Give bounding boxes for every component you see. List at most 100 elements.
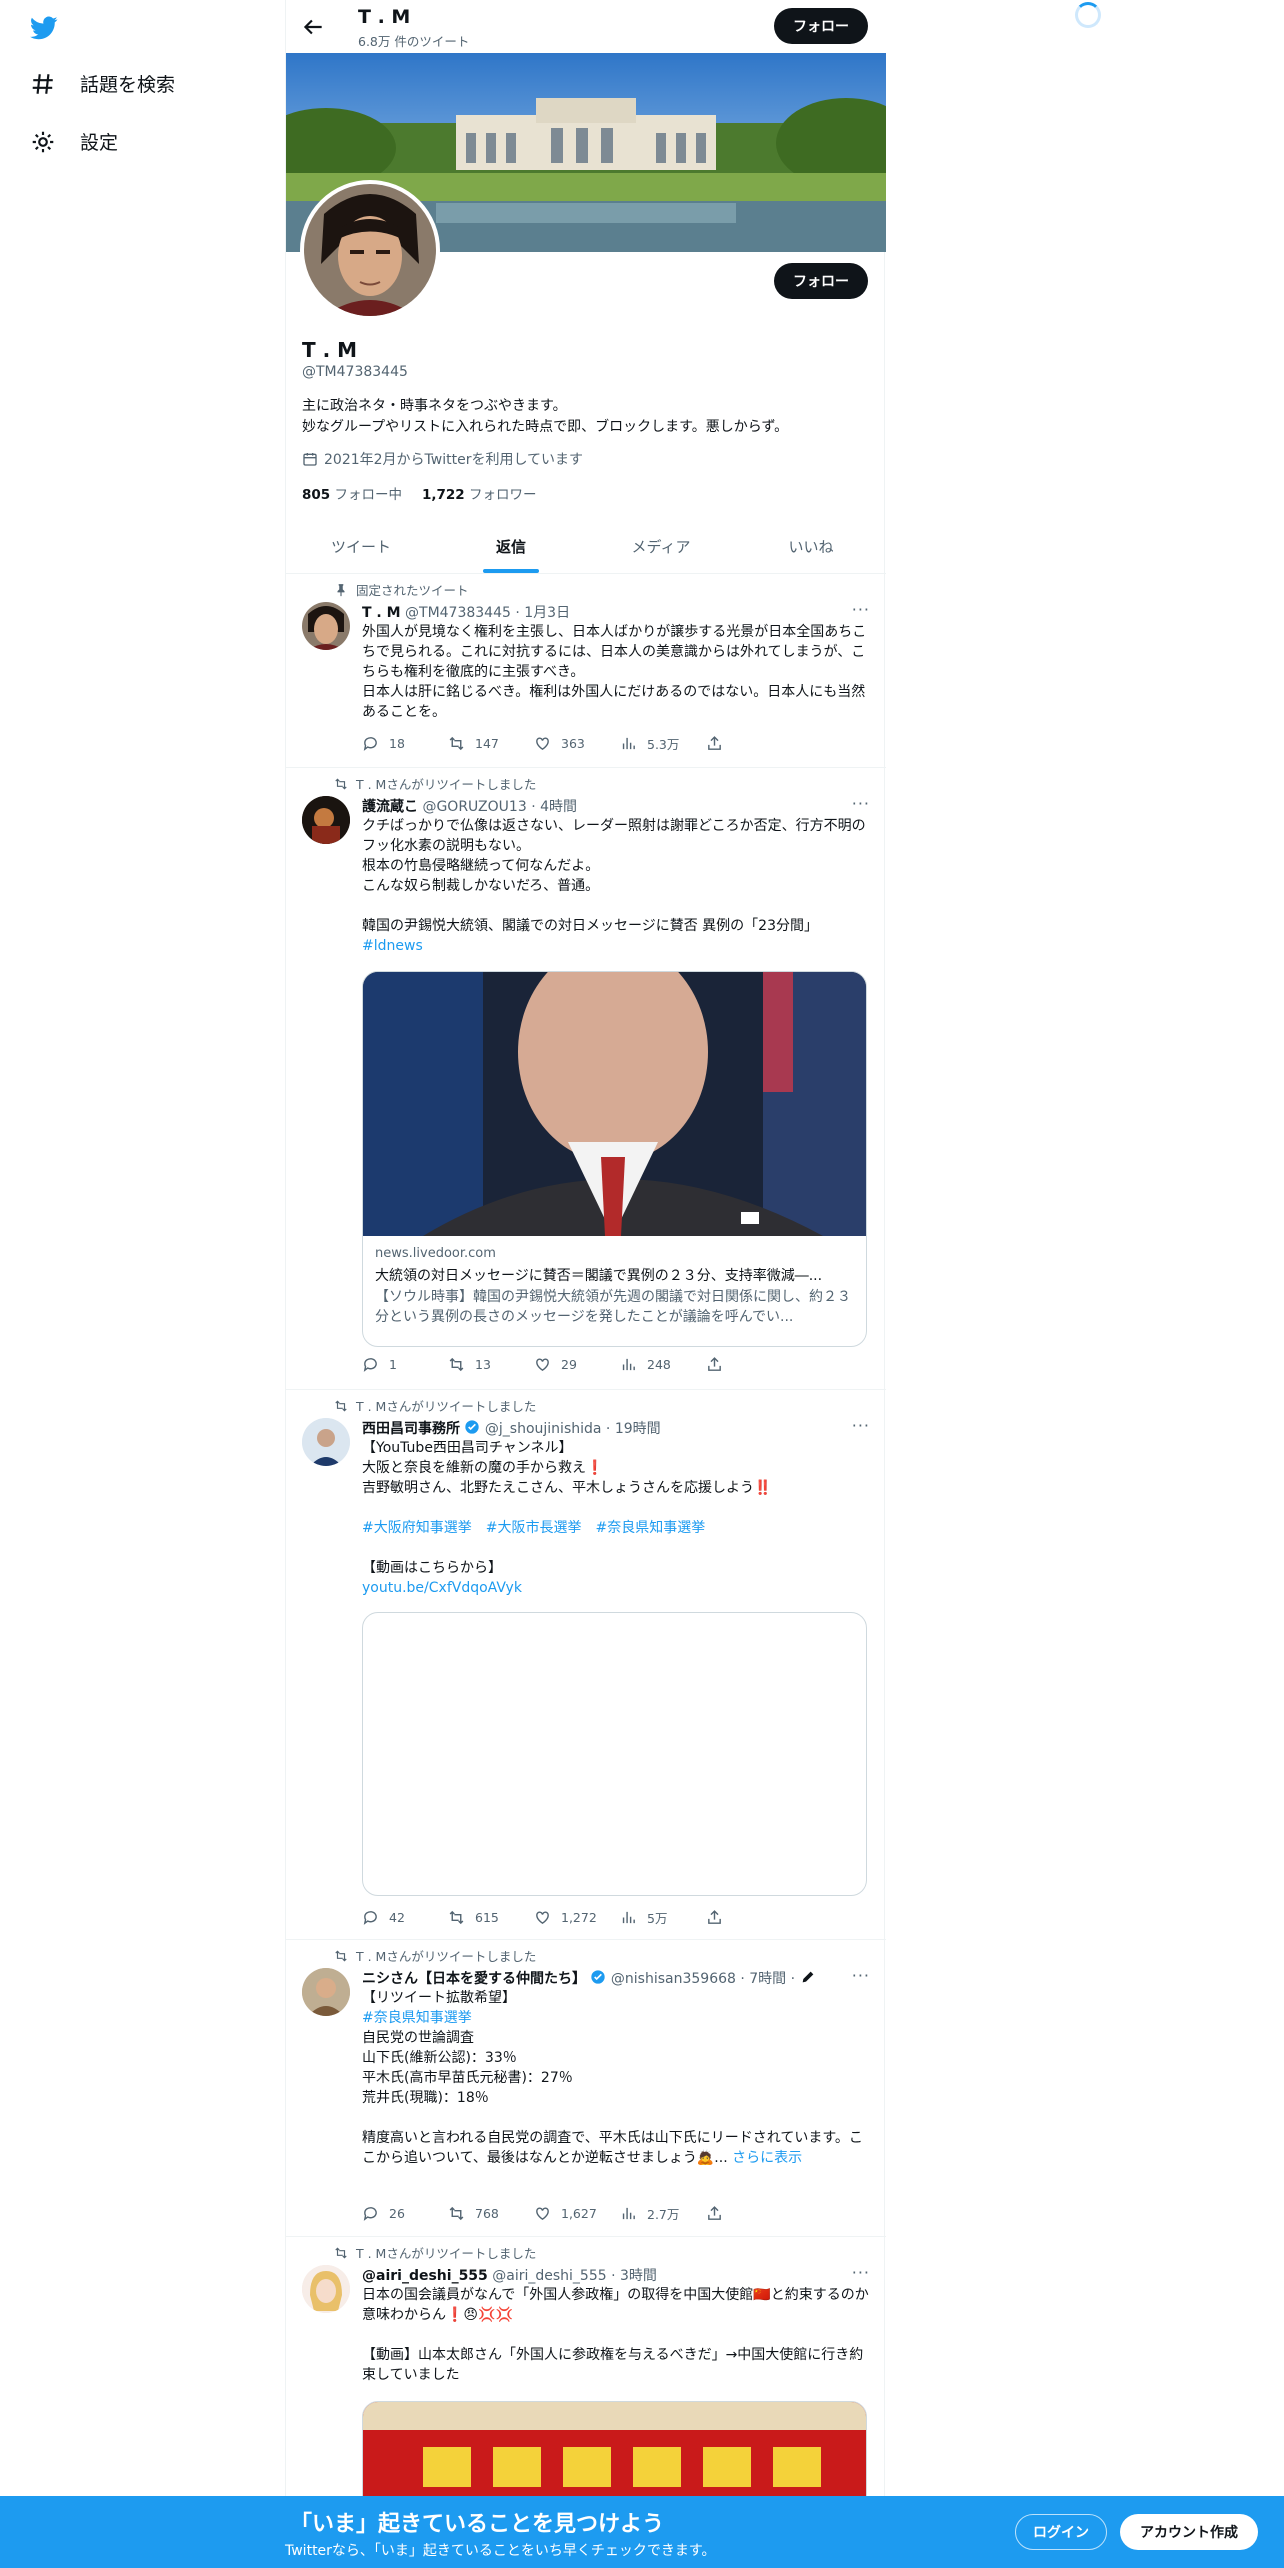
login-button[interactable]: ログイン xyxy=(1015,2514,1107,2550)
tweet[interactable]: T . Mさんがリツイートしました ニシさん【日本を愛する仲間たち】 @nish… xyxy=(286,1940,886,2237)
author-handle[interactable]: @j_shoujinishida xyxy=(485,1421,602,1437)
author-handle[interactable]: @TM47383445 xyxy=(405,605,511,621)
tweet-time[interactable]: · 4時間 xyxy=(531,799,577,815)
hashtag-link[interactable]: #大阪府知事選挙 xyxy=(362,1518,472,1538)
hashtag-link[interactable]: #ldnews xyxy=(362,936,872,956)
header-follow-button[interactable]: フォロー xyxy=(774,8,868,44)
profile-follow-button[interactable]: フォロー xyxy=(774,263,868,299)
view-count: 5.3万 xyxy=(647,737,680,752)
more-options-icon[interactable]: ··· xyxy=(852,2263,870,2282)
share-button[interactable] xyxy=(706,2204,792,2223)
view-count: 2.7万 xyxy=(647,2207,680,2222)
like-button[interactable]: 1,627 xyxy=(534,2204,620,2223)
tweet-avatar[interactable] xyxy=(302,2265,350,2313)
hashtag-link[interactable]: #奈良県知事選挙 xyxy=(595,1518,705,1538)
edited-pencil-icon[interactable] xyxy=(800,1969,816,1985)
share-button[interactable] xyxy=(706,1356,792,1373)
views-chart-icon xyxy=(622,737,635,750)
nav-settings[interactable]: 設定 xyxy=(30,128,118,155)
share-icon xyxy=(708,1910,721,1924)
tweet-time[interactable]: · 1月3日 xyxy=(515,605,570,621)
profile-avatar[interactable] xyxy=(300,180,440,320)
author-handle[interactable]: @GORUZOU13 xyxy=(422,799,526,815)
link-card[interactable]: news.livedoor.com 大統領の対日メッセージに賛否＝閣議で異例の２… xyxy=(362,971,867,1347)
author-name[interactable]: 護流蔵こ xyxy=(362,799,418,815)
reply-button[interactable]: 18 xyxy=(362,734,448,753)
tab-media[interactable]: メディア xyxy=(586,520,736,573)
like-button[interactable]: 363 xyxy=(534,734,620,753)
reply-count: 1 xyxy=(389,1357,397,1372)
more-options-icon[interactable]: ··· xyxy=(852,600,870,619)
tweet[interactable]: 固定されたツイート T . M @TM47383445 · 1月3日 ··· 外… xyxy=(286,574,886,768)
views-button[interactable]: 5万 xyxy=(620,1908,706,1927)
video-embed-placeholder[interactable] xyxy=(362,1612,867,1896)
share-button[interactable] xyxy=(706,1908,792,1927)
following-link[interactable]: 805 フォロー中 xyxy=(302,483,402,503)
reply-button[interactable]: 1 xyxy=(362,1356,448,1373)
heart-icon xyxy=(536,1911,549,1925)
like-button[interactable]: 1,272 xyxy=(534,1908,620,1927)
followers-link[interactable]: 1,722 フォロワー xyxy=(422,483,537,503)
retweet-button[interactable]: 147 xyxy=(448,734,534,753)
views-button[interactable]: 2.7万 xyxy=(620,2204,706,2223)
more-options-icon[interactable]: ··· xyxy=(852,794,870,813)
tab-tweets[interactable]: ツイート xyxy=(286,520,436,573)
follow-stats: 805 フォロー中 1,722 フォロワー xyxy=(302,483,536,503)
more-options-icon[interactable]: ··· xyxy=(852,1966,870,1985)
pinned-label: 固定されたツイート xyxy=(334,580,469,599)
tweet-avatar[interactable] xyxy=(302,1418,350,1466)
join-date-text: 2021年2月からTwitterを利用しています xyxy=(324,452,584,468)
tweet-avatar[interactable] xyxy=(302,1968,350,2016)
tweet-time[interactable]: · 19時間 xyxy=(606,1421,661,1437)
retweet-count: 147 xyxy=(475,736,499,751)
retweet-button[interactable]: 615 xyxy=(448,1908,534,1927)
retweet-count: 13 xyxy=(475,1357,491,1372)
views-button[interactable]: 248 xyxy=(620,1356,706,1373)
author-handle[interactable]: @airi_deshi_555 xyxy=(492,2268,606,2284)
tab-likes[interactable]: いいね xyxy=(736,520,886,573)
youtube-link[interactable]: youtu.be/CxfVdqoAVyk xyxy=(362,1578,872,1598)
reply-button[interactable]: 42 xyxy=(362,1908,448,1927)
tweet-header: 西田昌司事務所 @j_shoujinishida · 19時間 xyxy=(362,1418,661,1438)
tweet-actions: 18 147 363 5.3万 xyxy=(362,734,792,753)
like-button[interactable]: 29 xyxy=(534,1356,620,1373)
bio-line: 妙なグループやリストに入れられた時点で即、ブロックします。悪しからず。 xyxy=(302,419,789,435)
reply-count: 18 xyxy=(389,736,405,751)
author-name[interactable]: 西田昌司事務所 xyxy=(362,1421,460,1437)
header-title: T . M xyxy=(358,6,411,28)
tweet[interactable]: T . Mさんがリツイートしました 護流蔵こ @GORUZOU13 · 4時間 … xyxy=(286,768,886,1390)
verified-badge-icon xyxy=(465,1420,480,1434)
tweet-time[interactable]: · 7時間 · xyxy=(740,1971,795,1987)
share-icon xyxy=(708,2206,721,2220)
signup-prompt-subtitle: Twitterなら、「いま」起きていることをいち早くチェックできます。 xyxy=(285,2543,716,2559)
author-name[interactable]: T . M xyxy=(362,605,401,621)
tweet-avatar[interactable] xyxy=(302,602,350,650)
tweet-avatar[interactable] xyxy=(302,796,350,844)
author-name[interactable]: ニシさん【日本を愛する仲間たち】 xyxy=(362,1971,586,1987)
create-account-button[interactable]: アカウント作成 xyxy=(1120,2514,1258,2550)
hashtag-link[interactable]: #大阪市長選挙 xyxy=(486,1518,582,1538)
show-more-link[interactable]: さらに表示 xyxy=(732,2150,802,2166)
share-button[interactable] xyxy=(706,734,792,753)
author-name[interactable]: @airi_deshi_555 xyxy=(362,2268,488,2284)
retweet-icon xyxy=(335,1400,347,1411)
tweet-time[interactable]: · 3時間 xyxy=(611,2268,657,2284)
like-count: 1,627 xyxy=(561,2206,597,2221)
reply-button[interactable]: 26 xyxy=(362,2204,448,2223)
tweet-text: クチばっかりで仏像は返さない、レーダー照射は謝罪どころか否定、行方不明のフッ化水… xyxy=(362,818,866,934)
retweet-button[interactable]: 768 xyxy=(448,2204,534,2223)
tab-replies[interactable]: 返信 xyxy=(436,520,586,573)
nav-explore[interactable]: 話題を検索 xyxy=(30,70,175,97)
twitter-logo-icon[interactable] xyxy=(28,14,60,42)
author-handle[interactable]: @nishisan359668 xyxy=(611,1971,736,1987)
more-options-icon[interactable]: ··· xyxy=(852,1416,870,1435)
retweet-button[interactable]: 13 xyxy=(448,1356,534,1373)
tweet[interactable]: T . Mさんがリツイートしました 西田昌司事務所 @j_shoujinishi… xyxy=(286,1390,886,1940)
back-arrow-icon[interactable] xyxy=(300,14,326,40)
tweet-actions: 26 768 1,627 2.7万 xyxy=(362,2204,792,2223)
views-button[interactable]: 5.3万 xyxy=(620,734,706,753)
social-context-text: 固定されたツイート xyxy=(356,583,469,598)
hashtag-link[interactable]: #奈良県知事選挙 xyxy=(362,2008,872,2028)
share-icon xyxy=(708,736,721,750)
left-nav: 話題を検索 設定 xyxy=(0,0,285,2568)
